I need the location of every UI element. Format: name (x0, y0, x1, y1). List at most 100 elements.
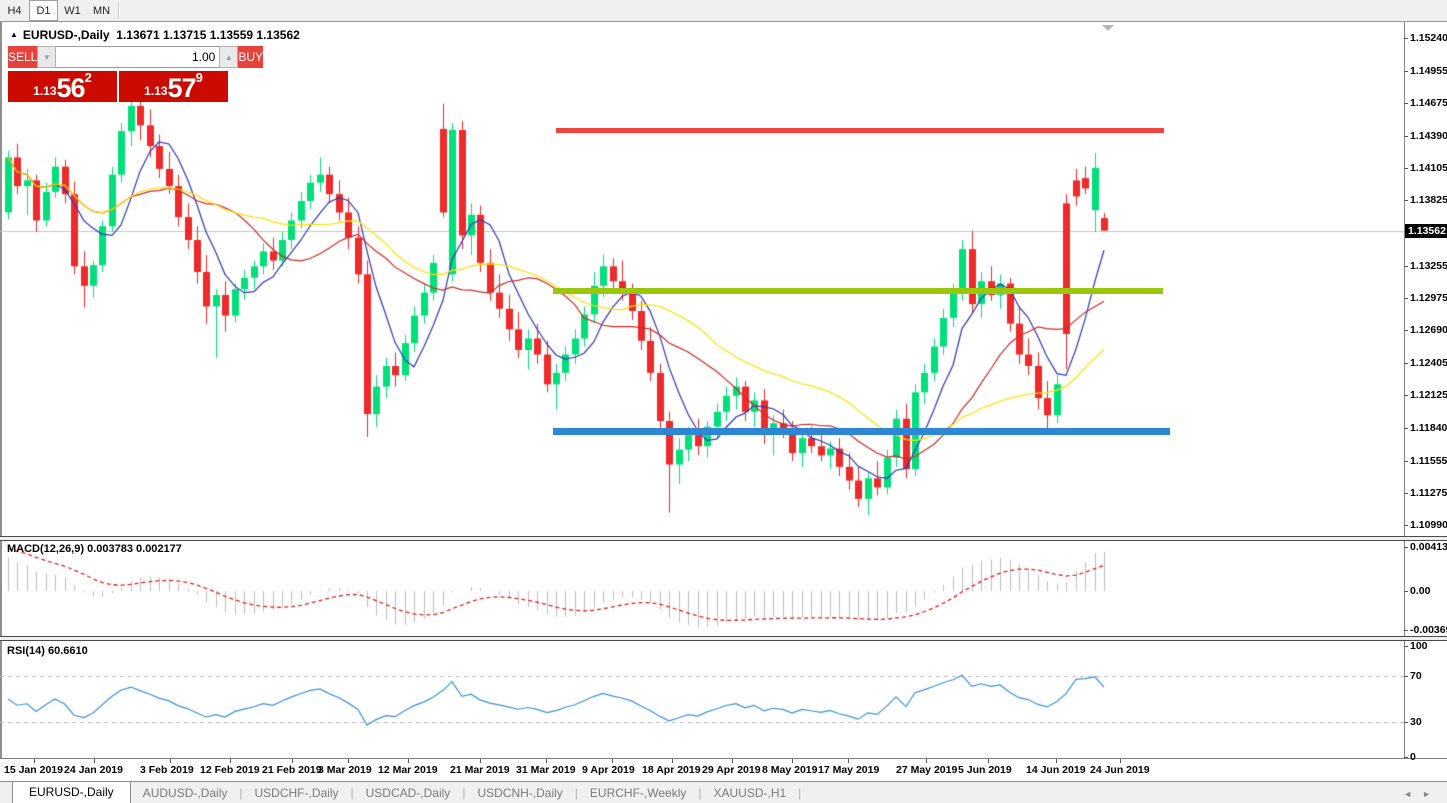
date-axis-label: 14 Jun 2019 (1026, 764, 1086, 776)
date-axis: 15 Jan 2019 24 Jan 2019 3 Feb 2019 12 Feb 2… (0, 758, 1447, 782)
price-axis-label-tick (1404, 363, 1408, 364)
price-axis-label: 1.14105 (1410, 162, 1447, 174)
chart-tab-usdcad-daily[interactable]: USDCAD-,Daily (354, 783, 463, 803)
price-axis-label-tick (1404, 525, 1408, 526)
price-axis-label: 1.15240 (1410, 32, 1447, 44)
date-axis-label: 27 May 2019 (896, 764, 958, 776)
date-axis-tick (480, 759, 481, 763)
buy-price-prefix: 1.13 (144, 84, 168, 98)
price-axis-border (1404, 22, 1405, 758)
chart-tab-xauusd-h1[interactable]: XAUUSD-,H1 (701, 783, 798, 803)
volume-increase-button[interactable]: ▲ (219, 46, 239, 68)
date-axis-tick (612, 759, 613, 763)
tab-separator: | (798, 786, 802, 800)
rsi-axis-label: 0 (1410, 751, 1416, 763)
current-price-label: 1.13562 (1405, 224, 1447, 238)
chart-tab-eurchf-weekly[interactable]: EURCHF-,Weekly (578, 783, 698, 803)
toolbar-separator (118, 2, 119, 19)
chart-tab-usdcnh-daily[interactable]: USDCNH-,Daily (465, 783, 574, 803)
date-axis-label: 18 Apr 2019 (642, 764, 701, 776)
rsi-pane-splitter[interactable] (0, 636, 1447, 641)
date-axis-tick (292, 759, 293, 763)
chart-tab-usdchf-daily[interactable]: USDCHF-,Daily (243, 783, 351, 803)
buy-price-button[interactable]: 1.13 57 9 (119, 71, 228, 102)
sell-price-prefix: 1.13 (33, 84, 57, 98)
timeframe-button-mn[interactable]: MN (87, 0, 116, 21)
price-axis-label-tick (1404, 461, 1408, 462)
date-axis-label: 15 Jan 2019 (4, 764, 63, 776)
date-axis-tick (732, 759, 733, 763)
date-axis-tick (672, 759, 673, 763)
price-axis-label: 1.11840 (1410, 422, 1447, 434)
price-axis-label-tick (1404, 200, 1408, 201)
rsi-axis-label: 30 (1410, 716, 1422, 728)
mid-support-line[interactable] (553, 288, 1163, 294)
macd-axis-label: 0.00 (1410, 585, 1431, 597)
macd-label: MACD(12,26,9) 0.003783 0.002177 (7, 543, 182, 555)
one-click-trading-panel: SELL ▼ ▲ BUY 1.13562 1.13579 (8, 46, 264, 102)
price-axis-label-tick (1404, 71, 1408, 72)
date-axis-tick (34, 759, 35, 763)
chart-title: ▲ EURUSD-,Daily 1.13671 1.13715 1.13559 1… (10, 28, 300, 42)
date-axis-label: 31 Mar 2019 (516, 764, 576, 776)
volume-input[interactable] (56, 46, 220, 68)
sell-price-button[interactable]: 1.13 56 2 (8, 71, 117, 102)
chart-tab-eurusd-daily[interactable]: EURUSD-,Daily (12, 781, 131, 803)
rsi-indicator-canvas[interactable] (0, 641, 1404, 757)
macd-axis-label-tick (1404, 591, 1408, 592)
macd-pane-splitter[interactable] (0, 536, 1447, 541)
date-axis-tick (348, 759, 349, 763)
price-axis-label: 1.14390 (1410, 130, 1447, 142)
rsi-axis-label-tick (1404, 676, 1408, 677)
price-axis-label: 1.12975 (1410, 292, 1447, 304)
timeframe-button-h4[interactable]: H4 (0, 0, 29, 21)
price-axis-label: 1.12690 (1410, 324, 1447, 336)
buy-price-sup: 9 (195, 70, 203, 85)
price-axis-label: 1.12405 (1410, 357, 1447, 369)
price-axis-label: 1.13255 (1410, 260, 1447, 272)
lower-support-line[interactable] (553, 428, 1170, 435)
volume-decrease-button[interactable]: ▼ (37, 46, 57, 68)
macd-indicator-canvas[interactable] (0, 541, 1404, 635)
date-axis-label: 21 Mar 2019 (450, 764, 510, 776)
chart-tab-audusd-daily[interactable]: AUDUSD-,Daily (131, 783, 240, 803)
date-axis-label: 12 Feb 2019 (200, 764, 260, 776)
macd-axis-label-tick (1404, 630, 1408, 631)
resistance-line[interactable] (556, 128, 1164, 133)
date-axis-tick (230, 759, 231, 763)
price-axis-label-tick (1404, 38, 1408, 39)
timeframe-button-d1[interactable]: D1 (29, 0, 58, 21)
date-axis-label: 12 Mar 2019 (378, 764, 438, 776)
date-axis-tick (170, 759, 171, 763)
price-axis-label-tick (1404, 266, 1408, 267)
timeframe-button-w1[interactable]: W1 (58, 0, 87, 21)
date-axis-label: 3 Feb 2019 (140, 764, 194, 776)
date-axis-tick (546, 759, 547, 763)
price-axis-label: 1.11275 (1410, 487, 1447, 499)
sell-price-sup: 2 (84, 70, 92, 85)
date-axis-tick (848, 759, 849, 763)
chart-tab-bar: EURUSD-,Daily AUDUSD-,Daily | USDCHF-,Daily… (0, 781, 1447, 803)
chart-shift-marker-icon[interactable] (1102, 25, 1114, 31)
tab-scroll-arrows[interactable]: ◄► (1403, 789, 1441, 799)
date-axis-label: 21 Feb 2019 (262, 764, 322, 776)
price-axis-label-tick (1404, 493, 1408, 494)
date-axis-label: 9 Apr 2019 (582, 764, 635, 776)
chart-ohlc-values: 1.13671 1.13715 1.13559 1.13562 (116, 28, 300, 42)
chart-symbol-label: EURUSD-,Daily (22, 28, 110, 42)
buy-button[interactable]: BUY (238, 46, 264, 70)
sell-button[interactable]: SELL (8, 46, 38, 70)
rsi-label: RSI(14) 60.6610 (7, 645, 88, 657)
rsi-axis-label-tick (1404, 646, 1408, 647)
price-axis-label-tick (1404, 136, 1408, 137)
rsi-axis-label: 100 (1410, 640, 1428, 652)
collapse-arrow-icon[interactable]: ▲ (10, 30, 18, 39)
date-axis-label: 17 May 2019 (818, 764, 880, 776)
price-axis-label: 1.10990 (1410, 519, 1447, 531)
date-axis-label: 29 Apr 2019 (702, 764, 761, 776)
price-axis-label: 1.14675 (1410, 97, 1447, 109)
price-axis-label-tick (1404, 330, 1408, 331)
rsi-axis-label-tick (1404, 722, 1408, 723)
mt4-terminal: H4 D1 W1 MN ▲ EURUSD-,Daily 1.13671 1.13715 … (0, 0, 1447, 803)
date-axis-tick (792, 759, 793, 763)
